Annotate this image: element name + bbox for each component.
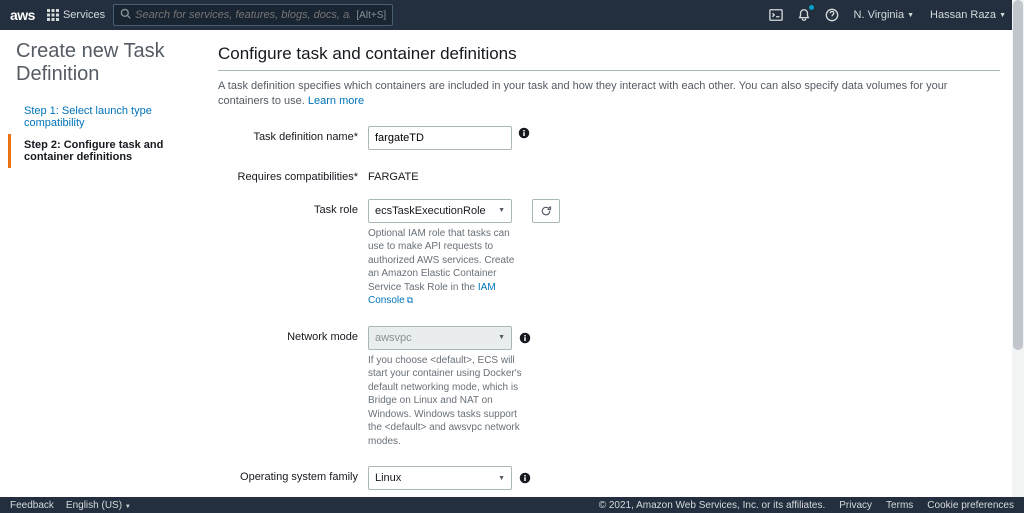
search-input[interactable] [135,9,350,21]
select-network-mode: awsvpc [368,326,512,350]
top-nav: aws Services [Alt+S] N. Virginia ▼ Hassa… [0,0,1024,30]
external-link-icon: ⧉ [407,295,413,305]
search-shortcut: [Alt+S] [356,10,386,21]
value-compat: FARGATE [368,166,419,183]
chevron-down-icon: ▼ [999,12,1006,19]
scrollbar-thumb[interactable] [1013,0,1023,350]
feedback-link[interactable]: Feedback [10,500,54,511]
region-selector[interactable]: N. Virginia ▼ [854,9,914,21]
label-task-name: Task definition name* [218,126,368,150]
search-icon [120,8,131,22]
notifications-icon[interactable] [796,7,812,23]
account-menu[interactable]: Hassan Raza ▼ [930,9,1006,21]
services-menu[interactable]: Services [47,9,105,21]
label-network-mode: Network mode [218,326,368,449]
section-description: A task definition specifies which contai… [218,79,1000,110]
search-box[interactable]: [Alt+S] [113,4,393,26]
wizard-step-2[interactable]: Step 2: Configure task and container def… [8,134,208,168]
chevron-down-icon: ▼ [125,504,131,510]
info-icon[interactable] [518,126,530,140]
input-task-name[interactable] [368,126,512,150]
field-network-mode: Network mode awsvpc If you choose <defau… [218,326,1000,449]
content-panel: Configure task and container definitions… [208,30,1024,498]
wizard-step-1[interactable]: Step 1: Select launch type compatibility [16,100,208,134]
footer-bar: Feedback English (US) ▼ © 2021, Amazon W… [0,497,1024,513]
privacy-link[interactable]: Privacy [839,500,872,511]
chevron-down-icon: ▼ [907,12,914,19]
aws-logo[interactable]: aws [10,7,35,23]
cookie-link[interactable]: Cookie preferences [927,500,1014,511]
wizard-sidebar: Create new Task Definition Step 1: Selec… [0,30,208,498]
field-os-family: Operating system family Linux [218,466,1000,490]
help-icon[interactable] [824,7,840,23]
field-task-name: Task definition name* [218,126,1000,150]
cloudshell-icon[interactable] [768,7,784,23]
label-os-family: Operating system family [218,466,368,490]
info-icon[interactable] [518,471,532,485]
refresh-button[interactable] [532,199,560,223]
terms-link[interactable]: Terms [886,500,913,511]
main-area: Create new Task Definition Step 1: Selec… [0,30,1024,498]
help-task-role: Optional IAM role that tasks can use to … [368,227,523,308]
services-label: Services [63,9,105,21]
label-task-role: Task role [218,199,368,308]
grid-icon [47,9,59,21]
notification-dot [809,5,814,10]
label-compat: Requires compatibilities* [218,166,368,183]
field-task-role: Task role ecsTaskExecutionRole Optional … [218,199,1000,308]
page-title: Create new Task Definition [16,40,208,86]
page-scrollbar[interactable] [1012,0,1024,497]
copyright: © 2021, Amazon Web Services, Inc. or its… [599,500,826,511]
select-os-family[interactable]: Linux [368,466,512,490]
section-title: Configure task and container definitions [218,44,1000,71]
info-icon[interactable] [518,331,532,345]
learn-more-link[interactable]: Learn more [308,95,364,107]
help-network-mode: If you choose <default>, ECS will start … [368,354,523,449]
select-task-role[interactable]: ecsTaskExecutionRole [368,199,512,223]
language-selector[interactable]: English (US) ▼ [66,500,131,511]
field-compat: Requires compatibilities* FARGATE [218,166,1000,183]
